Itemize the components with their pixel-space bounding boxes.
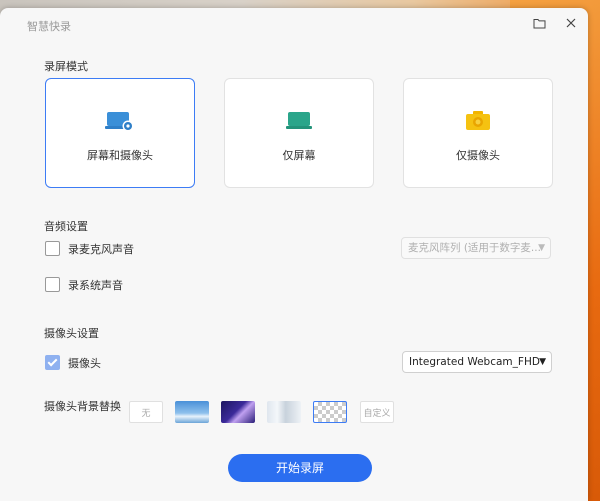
screen-camera-icon (105, 109, 135, 137)
audio-heading: 音频设置 (44, 220, 88, 233)
mic-label: 录麦克风声音 (68, 243, 134, 256)
chevron-down-icon: ▼ (539, 357, 546, 367)
camera-heading: 摄像头设置 (44, 327, 99, 340)
folder-icon[interactable] (530, 14, 548, 32)
camera-checkbox[interactable] (45, 355, 60, 370)
mode-camera-only[interactable]: 仅摄像头 (403, 78, 553, 188)
mic-checkbox[interactable] (45, 241, 60, 256)
mode-label: 屏幕和摄像头 (87, 149, 153, 162)
mode-label: 仅摄像头 (456, 149, 500, 162)
camera-label: 摄像头 (68, 357, 101, 370)
camera-icon (463, 109, 493, 137)
bg-transparent-option[interactable] (313, 401, 347, 423)
camera-select[interactable]: Integrated Webcam_FHD ▼ (402, 351, 552, 373)
mode-label: 仅屏幕 (282, 149, 316, 162)
start-recording-button[interactable]: 开始录屏 (228, 454, 372, 482)
mode-screen-and-camera[interactable]: 屏幕和摄像头 (45, 78, 195, 188)
app-window: 智慧快录 录屏模式 屏幕和摄像头 仅屏幕 仅摄像头 音频设置 录麦克风声音 麦克… (0, 8, 588, 501)
mic-select[interactable]: 麦克风阵列 (适用于数字麦... ▼ (401, 237, 551, 259)
close-icon[interactable] (562, 14, 580, 32)
bg-galaxy-option[interactable] (221, 401, 255, 423)
window-title: 智慧快录 (27, 20, 71, 33)
mic-select-value: 麦克风阵列 (适用于数字麦... (408, 242, 541, 254)
bg-room-option[interactable] (267, 401, 301, 423)
bg-sky-option[interactable] (175, 401, 209, 423)
bg-none-option[interactable]: 无 (129, 401, 163, 423)
screen-icon (284, 109, 314, 137)
mode-screen-only[interactable]: 仅屏幕 (224, 78, 374, 188)
camera-select-value: Integrated Webcam_FHD (409, 356, 540, 368)
record-mode-heading: 录屏模式 (44, 60, 88, 73)
bg-custom-option[interactable]: 自定义 (360, 401, 394, 423)
system-audio-label: 录系统声音 (68, 279, 123, 292)
background-replace-label: 摄像头背景替换 (44, 400, 121, 413)
system-audio-checkbox[interactable] (45, 277, 60, 292)
chevron-down-icon: ▼ (538, 243, 545, 253)
